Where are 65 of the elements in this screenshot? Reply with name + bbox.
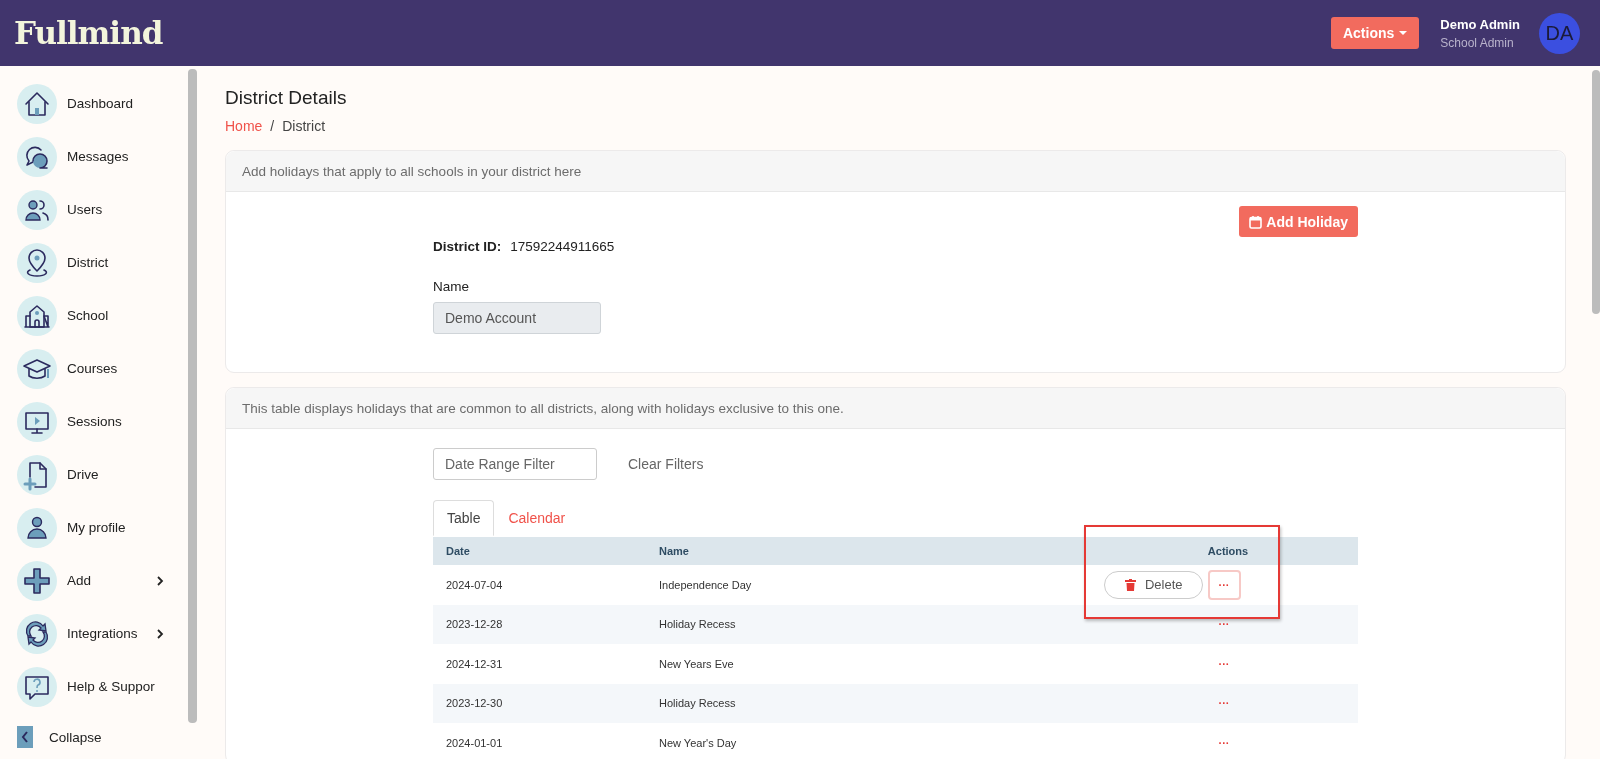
breadcrumb-separator: / xyxy=(270,118,275,134)
table-cell: 2024-12-31 xyxy=(433,644,646,684)
district-id-label: District ID: xyxy=(433,239,502,254)
file-plus-icon xyxy=(17,454,57,495)
tab[interactable]: Table xyxy=(433,500,495,536)
table-cell: 2023-12-30 xyxy=(433,683,646,723)
more-button[interactable]: ··· xyxy=(1207,648,1241,679)
sync-arrows-icon xyxy=(17,613,57,654)
page-title: District Details xyxy=(225,87,348,109)
scrollbar-thumb[interactable] xyxy=(188,69,197,723)
more-button[interactable]: ··· xyxy=(1207,569,1241,600)
school-building-icon xyxy=(17,295,57,336)
clear-filters-link[interactable]: Clear Filters xyxy=(628,456,704,472)
more-button[interactable]: ··· xyxy=(1207,727,1241,758)
sidebar-item[interactable]: My profile xyxy=(17,501,188,554)
table-cell: New Year's Day xyxy=(646,723,1098,759)
table-cell: 2024-01-01 xyxy=(433,723,646,759)
table-cell: Holiday Recess xyxy=(646,683,1098,723)
graduation-cap-icon xyxy=(17,348,57,389)
sidebar-item[interactable]: Dashboard xyxy=(17,77,188,130)
card-header: This table displays holidays that are common to all districts, along with holidays exclusive to this one. xyxy=(226,388,1565,429)
date-range-field[interactable]: Date Range Filter xyxy=(433,448,597,480)
scrollbar-thumb[interactable] xyxy=(1592,70,1600,314)
plus-icon xyxy=(17,560,57,601)
more-button[interactable]: ··· xyxy=(1207,688,1241,719)
name-label: Name xyxy=(433,279,470,294)
table-cell: New Years Eve xyxy=(646,644,1098,684)
question-chat-icon xyxy=(17,666,57,707)
card-header: Add holidays that apply to all schools in your district here xyxy=(226,151,1565,192)
sidebar-item[interactable]: Users xyxy=(17,183,188,236)
chat-bubbles-icon xyxy=(17,136,57,177)
user-name: Demo Admin xyxy=(1440,16,1520,32)
delete-button[interactable]: Delete xyxy=(1103,570,1203,599)
person-icon xyxy=(17,507,57,548)
sidebar-item[interactable]: Sessions xyxy=(17,395,188,448)
trash-icon xyxy=(1124,578,1136,591)
sidebar-item[interactable]: Integrations xyxy=(17,607,188,660)
table-cell: 2024-07-04 xyxy=(433,565,646,605)
house-icon xyxy=(17,83,57,124)
table-cell: Independence Day xyxy=(646,565,1098,605)
sidebar-item[interactable]: Drive xyxy=(17,448,188,501)
breadcrumb-current: District xyxy=(282,118,326,134)
collapse-button[interactable]: Collapse xyxy=(17,726,188,748)
column-header: Name xyxy=(646,537,1098,565)
user-role: School Admin xyxy=(1440,35,1515,50)
logo: Fullmind xyxy=(14,15,163,51)
users-icon xyxy=(17,189,57,230)
caret-icon xyxy=(1399,31,1408,35)
table-cell: Holiday Recess xyxy=(646,604,1098,644)
table-cell: 2023-12-28 xyxy=(433,604,646,644)
more-button[interactable]: ··· xyxy=(1207,609,1241,640)
sidebar-item[interactable]: Messages xyxy=(17,130,188,183)
map-pin-icon xyxy=(17,242,57,283)
monitor-play-icon xyxy=(17,401,57,442)
sidebar-item[interactable]: Help & Suppor xyxy=(17,660,188,713)
chevron-left-icon xyxy=(17,726,33,748)
sidebar-item[interactable]: School xyxy=(17,289,188,342)
column-header: Actions xyxy=(1098,537,1358,565)
sidebar-item[interactable]: Add xyxy=(17,554,188,607)
column-header: Date xyxy=(433,537,646,565)
district-id-value: 17592244911665 xyxy=(510,239,615,254)
tab[interactable]: Calendar xyxy=(494,500,580,536)
calendar-icon xyxy=(1249,214,1263,229)
sidebar-item[interactable]: Courses xyxy=(17,342,188,395)
sidebar-item[interactable]: District xyxy=(17,236,188,289)
